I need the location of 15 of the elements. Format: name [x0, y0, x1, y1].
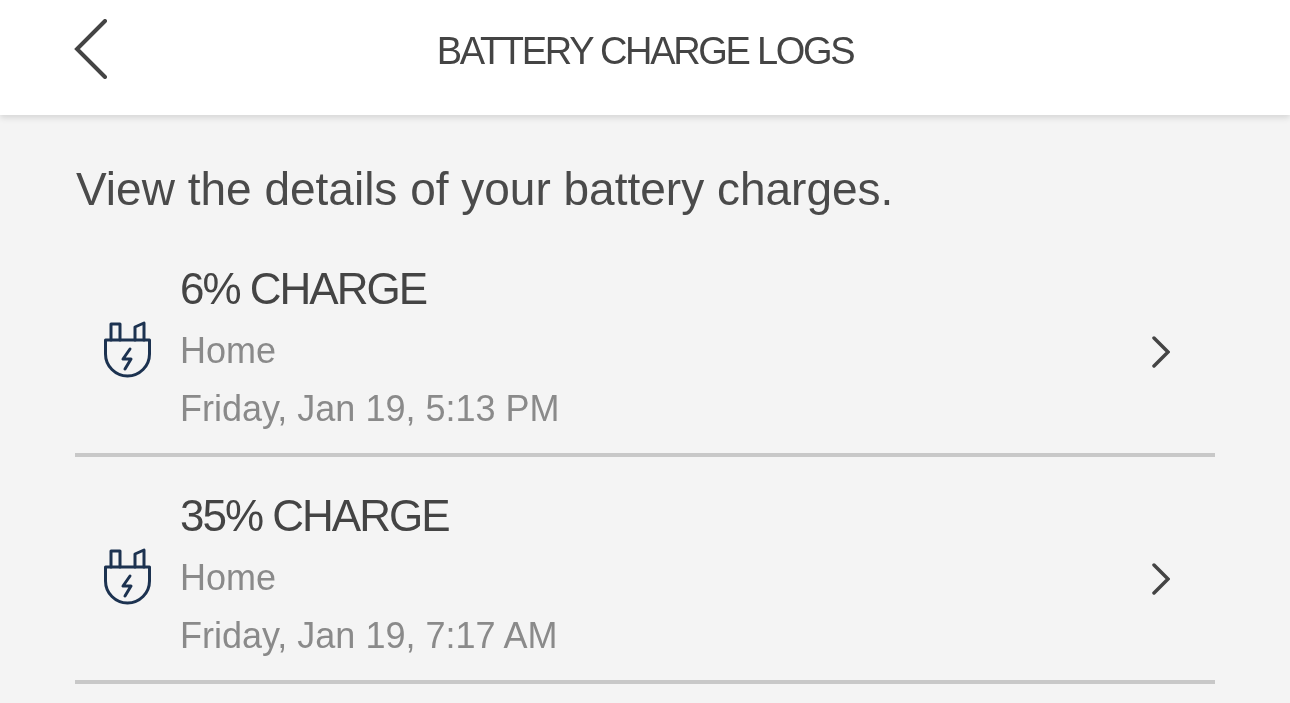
- charge-location: Home: [180, 556, 277, 600]
- charge-log-item[interactable]: 35% CHARGE Home Friday, Jan 19, 7:17 AM: [75, 457, 1215, 684]
- charge-log-item[interactable]: 6% CHARGE Home Friday, Jan 19, 5:13 PM: [75, 230, 1215, 457]
- plug-icon: [103, 320, 152, 379]
- chevron-right-icon: [1152, 335, 1170, 368]
- chevron-right-icon: [1152, 562, 1170, 595]
- charge-time: Friday, Jan 19, 7:17 AM: [180, 614, 558, 658]
- chevron-left-icon: [74, 19, 108, 79]
- plug-icon: [103, 547, 152, 606]
- screen-title: BATTERY CHARGE LOGS: [436, 30, 854, 73]
- charge-title: 6% CHARGE: [180, 263, 427, 315]
- intro-text: View the details of your battery charges.: [76, 163, 894, 215]
- charge-title: 35% CHARGE: [180, 490, 449, 542]
- charge-location: Home: [180, 329, 277, 373]
- charge-time: Friday, Jan 19, 5:13 PM: [180, 387, 560, 431]
